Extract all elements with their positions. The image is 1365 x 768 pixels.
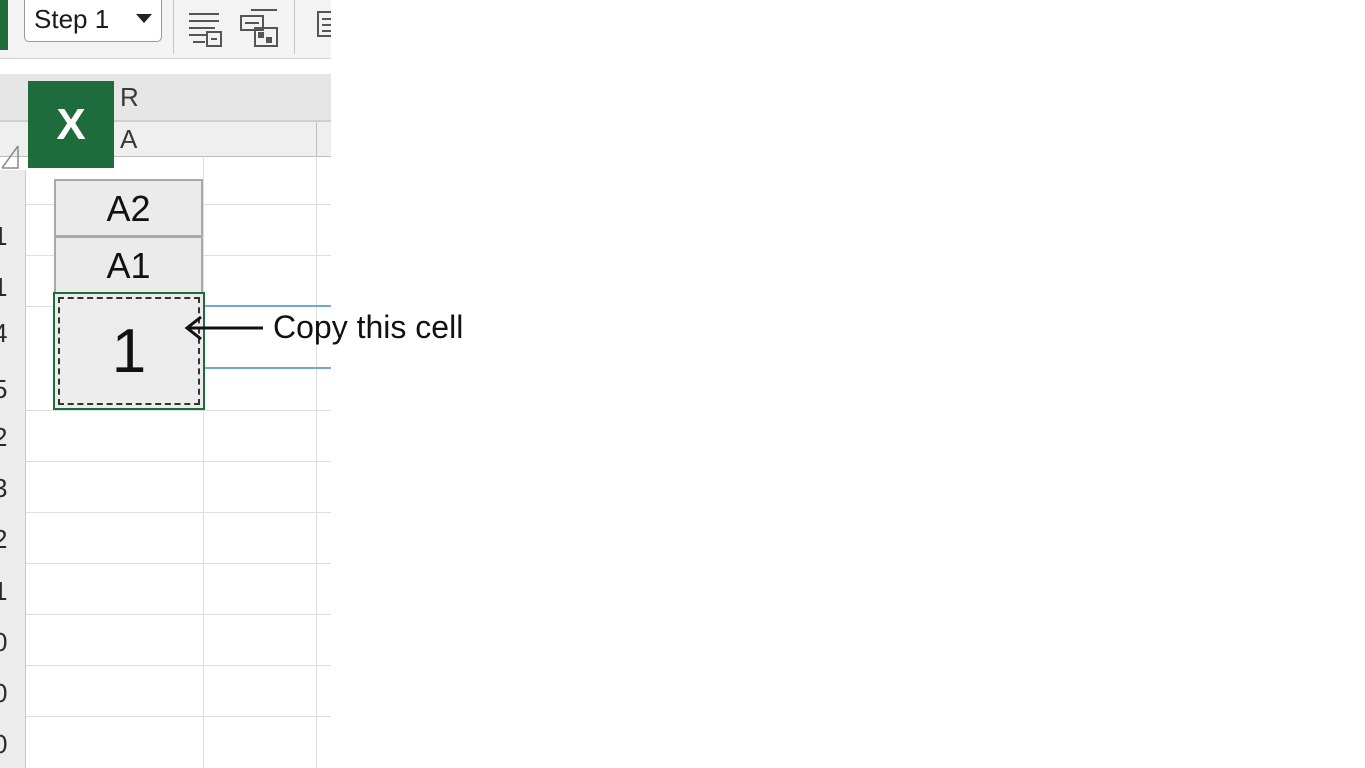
- cell-label-a2[interactable]: A2: [54, 179, 203, 237]
- grid-column-line: [316, 156, 317, 768]
- row-header[interactable]: 2: [0, 517, 25, 561]
- row-header[interactable]: 4: [0, 311, 25, 355]
- copied-cell[interactable]: 1: [53, 292, 205, 410]
- grid-row-line: [26, 563, 331, 564]
- copied-cell-value: 1: [111, 317, 147, 386]
- column-divider: [316, 122, 317, 156]
- grid-column-line: [203, 156, 204, 768]
- grid-row-line: [26, 512, 331, 513]
- document-icon[interactable]: [302, 0, 331, 50]
- excel-logo: X: [28, 81, 114, 168]
- grid-row-line: [26, 665, 331, 666]
- grid-row-line: [26, 461, 331, 462]
- row-header-column: 1 1 4 5 2 3 2 1 0 0 0: [0, 170, 26, 768]
- step-dropdown-value: Step 1: [34, 4, 110, 34]
- row-header[interactable]: 1: [0, 214, 25, 258]
- grid-row-line: [26, 716, 331, 717]
- annotation-callout: Copy this cell: [273, 309, 464, 345]
- chevron-down-icon: [136, 14, 152, 23]
- select-all-corner[interactable]: [0, 144, 20, 170]
- grid-row-line: [26, 410, 331, 411]
- step-dropdown[interactable]: Step 1: [24, 0, 162, 42]
- grid-row-line: [26, 614, 331, 615]
- row-header[interactable]: 3: [0, 466, 25, 510]
- row-header[interactable]: 2: [0, 415, 25, 459]
- sort-descending-icon[interactable]: [185, 8, 225, 50]
- excel-window: Step 1 R A X 1 1 4 5 2 3 2 1 0 0 0 A2 A1…: [0, 0, 331, 768]
- row-header[interactable]: 0: [0, 722, 25, 766]
- column-letter-a[interactable]: A: [120, 124, 137, 155]
- screenshot-stage: Step 1 R A X 1 1 4 5 2 3 2 1 0 0 0 A2 A1…: [0, 0, 1365, 768]
- row-header[interactable]: 0: [0, 620, 25, 664]
- column-letter-top[interactable]: R: [120, 82, 139, 113]
- row-header[interactable]: 1: [0, 265, 25, 309]
- row-header[interactable]: 0: [0, 671, 25, 715]
- excel-logo-letter: X: [56, 100, 86, 149]
- row-header[interactable]: 1: [0, 569, 25, 613]
- format-table-icon[interactable]: [239, 8, 279, 50]
- toolbar-divider: [173, 0, 174, 54]
- toolbar-divider: [294, 0, 295, 54]
- ribbon-accent-tab: [0, 0, 8, 50]
- arrow-left-icon: [183, 313, 265, 343]
- row-header[interactable]: 5: [0, 367, 25, 411]
- cell-label-a1[interactable]: A1: [54, 236, 203, 294]
- toolbar: Step 1: [0, 0, 331, 59]
